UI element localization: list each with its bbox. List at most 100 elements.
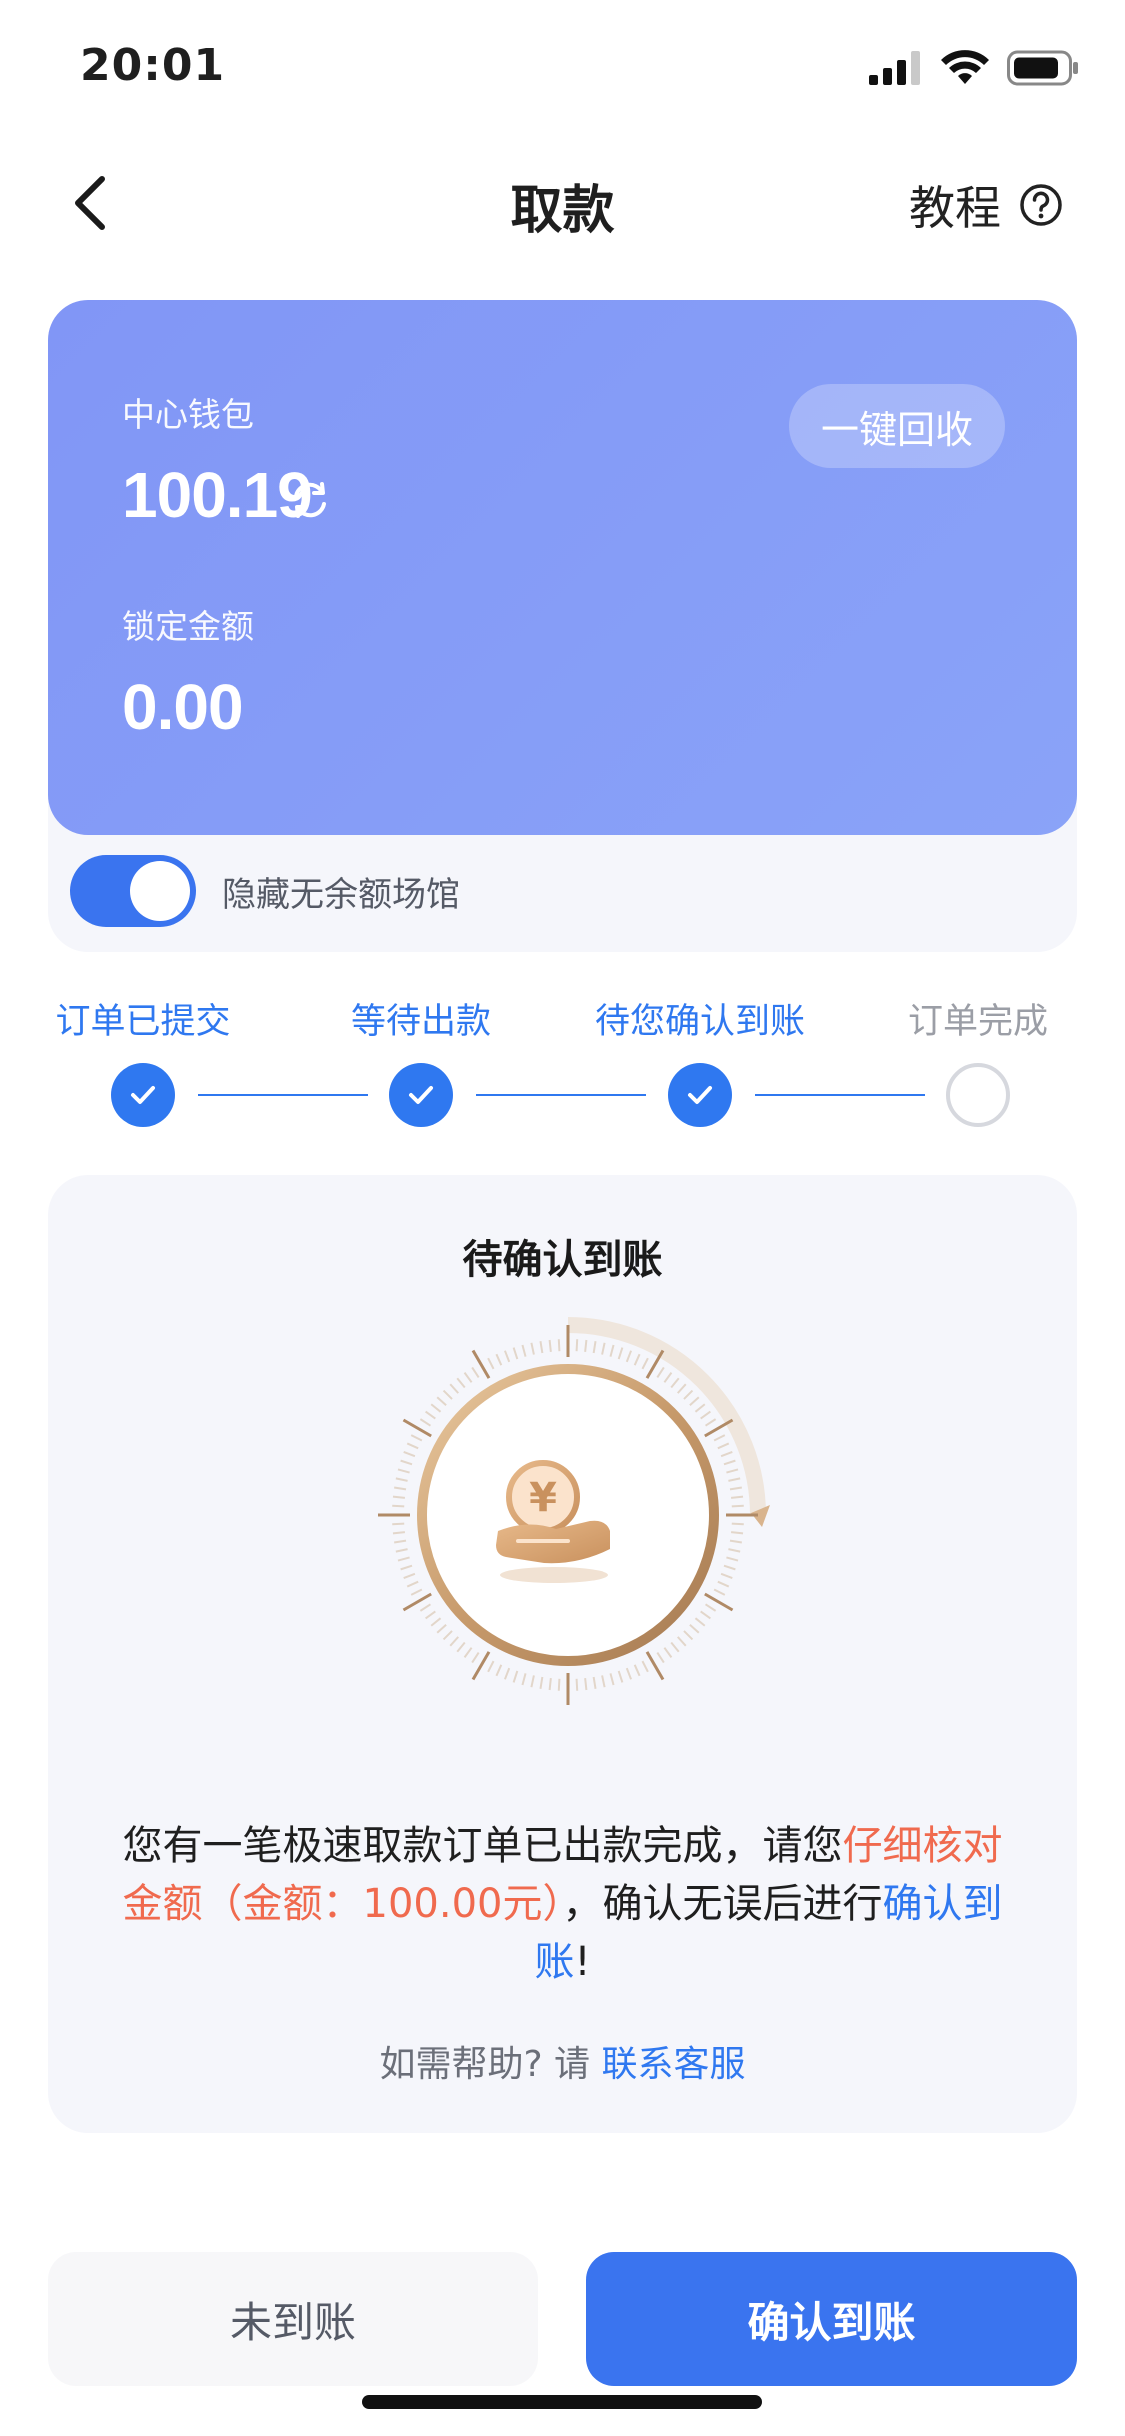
dial-tick bbox=[410, 1588, 423, 1596]
dial-tick bbox=[400, 1459, 413, 1466]
hide-empty-venues-toggle[interactable] bbox=[70, 855, 196, 927]
dial-tick bbox=[704, 1418, 717, 1427]
step-1-label: 订单已提交 bbox=[55, 1002, 231, 1042]
nav-bar: 取款 教程 bbox=[0, 150, 1125, 250]
dial-tick bbox=[449, 1383, 460, 1394]
dial-tick bbox=[689, 1396, 700, 1407]
dial-tick bbox=[723, 1459, 736, 1466]
dial-tick bbox=[503, 1667, 511, 1680]
tutorial-button[interactable]: 教程 bbox=[909, 172, 1063, 238]
dial-tick bbox=[406, 1580, 419, 1588]
order-progress-steps: 订单已提交 等待出款 待您确认到账 订单完成 bbox=[0, 985, 1125, 1135]
dial-tick bbox=[717, 1442, 730, 1450]
toggle-knob bbox=[130, 861, 190, 921]
dial-tick bbox=[584, 1677, 588, 1691]
tutorial-label: 教程 bbox=[909, 181, 1001, 235]
dial-tick bbox=[676, 1383, 687, 1394]
dial-tick bbox=[641, 1660, 649, 1673]
dial-tick bbox=[557, 1678, 561, 1691]
dial-tick bbox=[442, 1630, 453, 1641]
dial-tick bbox=[487, 1357, 495, 1370]
step-1-indicator bbox=[111, 1063, 175, 1127]
dial-tick bbox=[730, 1495, 744, 1499]
message-text: 您有一笔极速取款订单已出款完成，请您 bbox=[122, 1823, 843, 1869]
dial-tick bbox=[400, 1564, 413, 1571]
dial-tick bbox=[729, 1539, 742, 1544]
dial-tick bbox=[449, 1636, 460, 1647]
dial-tick bbox=[704, 1603, 717, 1612]
dial-tick bbox=[503, 1350, 511, 1363]
dial-tick bbox=[731, 1522, 744, 1526]
refresh-icon[interactable] bbox=[286, 476, 334, 524]
dial-tick bbox=[557, 1339, 561, 1352]
step-connector bbox=[755, 1094, 925, 1096]
dial-tick bbox=[663, 1647, 673, 1658]
dial-tick bbox=[403, 1572, 416, 1580]
dial-tick bbox=[410, 1434, 423, 1442]
check-icon bbox=[688, 1086, 712, 1104]
dial-tick bbox=[395, 1548, 408, 1553]
step-3-label: 待您确认到账 bbox=[594, 1002, 806, 1042]
dial-tick bbox=[430, 1403, 442, 1413]
home-indicator bbox=[362, 2395, 762, 2409]
dial-tick bbox=[495, 1353, 503, 1366]
confirmation-message: 您有一笔极速取款订单已出款完成，请您仔细核对金额（金额：100.00元），确认无… bbox=[110, 1817, 1015, 1991]
dial-tick bbox=[521, 1673, 527, 1686]
dial-tick bbox=[425, 1610, 436, 1620]
dial-tick bbox=[617, 1670, 624, 1683]
dial-tick bbox=[471, 1366, 480, 1379]
contact-support-link[interactable]: 联系客服 bbox=[601, 2044, 745, 2085]
dial-tick bbox=[471, 1651, 480, 1664]
dial-tick bbox=[530, 1342, 535, 1355]
confirm-received-button[interactable]: 确认到账 bbox=[586, 2252, 1077, 2386]
dial-tick bbox=[609, 1673, 615, 1686]
step-4-label: 订单完成 bbox=[907, 1002, 1049, 1042]
svg-text:¥: ¥ bbox=[529, 1475, 557, 1521]
dial-tick bbox=[548, 1677, 552, 1691]
dial-tick bbox=[726, 1556, 739, 1562]
check-icon bbox=[409, 1086, 433, 1104]
status-bar: 20:01 bbox=[0, 0, 1125, 140]
dial-tick bbox=[392, 1495, 406, 1499]
hide-empty-venues-label: 隐藏无余额场馆 bbox=[222, 874, 460, 915]
dial-tick bbox=[713, 1588, 726, 1596]
dial-tick bbox=[592, 1341, 597, 1354]
wallet-card: 中心钱包 100.19 一键回收 锁定金额 0.00 bbox=[48, 300, 1077, 835]
dial-tick bbox=[723, 1564, 736, 1571]
dial-tick bbox=[617, 1347, 624, 1360]
dial-tick bbox=[720, 1572, 733, 1580]
dial-tick bbox=[539, 1676, 544, 1689]
dial-tick bbox=[700, 1410, 711, 1420]
center-wallet-label: 中心钱包 bbox=[122, 395, 254, 434]
dial-tick bbox=[436, 1623, 447, 1634]
dial-tick bbox=[463, 1372, 473, 1383]
dial-tick bbox=[670, 1641, 680, 1653]
dial-tick bbox=[392, 1504, 405, 1508]
check-icon bbox=[131, 1086, 155, 1104]
dial-tick bbox=[530, 1675, 535, 1688]
dial-tick bbox=[425, 1410, 436, 1420]
status-time: 20:01 bbox=[80, 40, 226, 91]
hide-empty-venues-row: 隐藏无余额场馆 bbox=[70, 855, 460, 927]
not-received-button[interactable]: 未到账 bbox=[48, 2252, 538, 2386]
dial-tick bbox=[694, 1617, 706, 1627]
wifi-icon bbox=[941, 50, 989, 84]
dial-tick bbox=[456, 1377, 466, 1389]
message-text: ! bbox=[574, 1939, 591, 1985]
help-prefix: 如需帮助? 请 bbox=[379, 2044, 602, 2085]
step-connector bbox=[476, 1094, 646, 1096]
dial-tick bbox=[394, 1539, 407, 1544]
step-4-indicator bbox=[946, 1063, 1010, 1127]
dial-tick bbox=[720, 1450, 733, 1458]
dial-tick bbox=[728, 1477, 741, 1482]
dial-tick bbox=[656, 1366, 665, 1379]
pending-confirmation-card: 待确认到账 ¥ 您有一笔极速取款订单已出款完成，请您仔细核对金额（金额：100.… bbox=[48, 1175, 1077, 2133]
dial-tick bbox=[463, 1647, 473, 1658]
dial-tick bbox=[592, 1676, 597, 1689]
dial-tick bbox=[713, 1434, 726, 1442]
dial-tick bbox=[392, 1522, 405, 1526]
one-click-recycle-button[interactable]: 一键回收 bbox=[789, 384, 1005, 468]
dial-tick bbox=[419, 1418, 432, 1427]
step-2-indicator bbox=[389, 1063, 453, 1127]
dial-tick bbox=[633, 1664, 641, 1677]
